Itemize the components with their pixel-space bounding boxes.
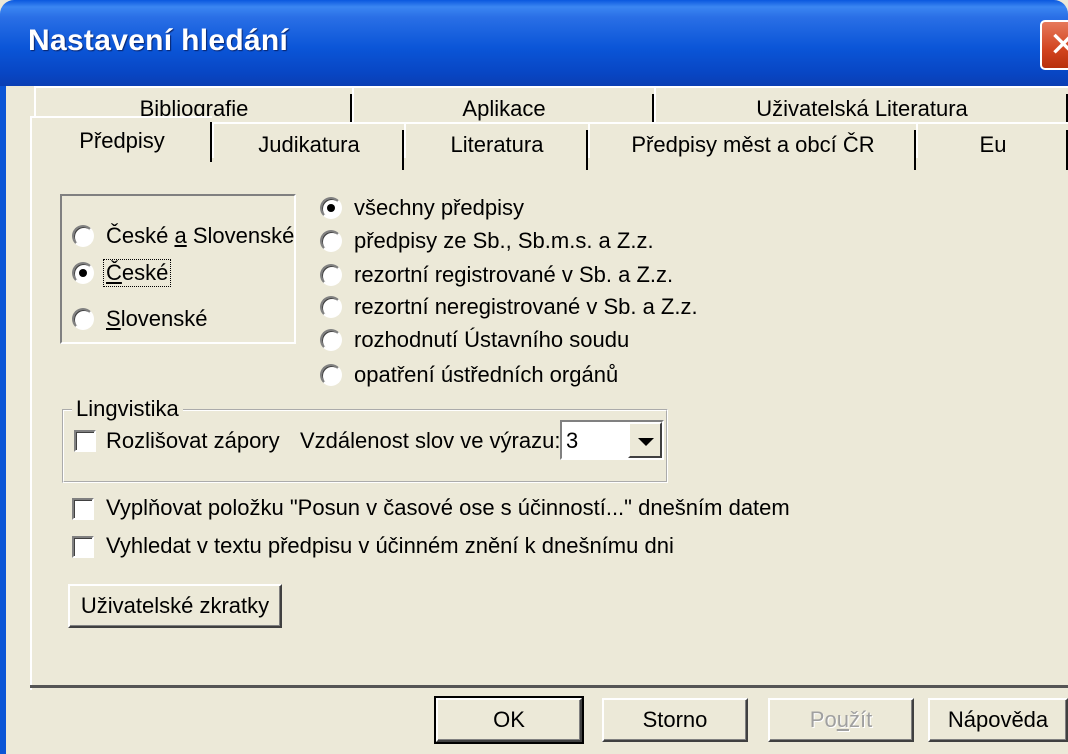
search-current-checkbox[interactable]: Vyhledat v textu předpisu v účinném zněn…: [72, 533, 712, 559]
radio-icon: [72, 308, 94, 330]
window-frame-left: [0, 86, 6, 754]
dropdown-button[interactable]: [628, 422, 662, 458]
distinguish-negations-checkbox[interactable]: Rozlišovat zápory: [74, 428, 284, 454]
close-icon: ✕: [1049, 26, 1068, 64]
tab-eu[interactable]: Eu: [916, 122, 1068, 170]
radio-icon: [72, 225, 94, 247]
scope-option-cz-sk[interactable]: České a Slovenské: [72, 223, 312, 249]
radio-icon: [320, 230, 342, 252]
checkbox-icon: [72, 536, 94, 558]
type-option-constitutional[interactable]: rozhodnutí Ústavního soudu: [320, 327, 660, 353]
checkbox-icon: [74, 430, 96, 452]
window-title: Nastavení hledání: [28, 24, 289, 57]
tab-label: Předpisy: [79, 128, 165, 153]
tab-predpisy[interactable]: Předpisy: [30, 116, 212, 162]
chevron-down-icon: [638, 438, 654, 446]
tab-predpisy-mest-a-obci[interactable]: Předpisy měst a obcí ČR: [588, 122, 916, 170]
tab-label: Aplikace: [462, 96, 546, 121]
distance-value: 3: [566, 428, 579, 453]
linguistics-legend: Lingvistika: [72, 396, 183, 422]
radio-icon: [72, 262, 94, 284]
scope-option-sk[interactable]: Slovenské: [72, 306, 232, 332]
checkbox-icon: [72, 498, 94, 520]
ok-button[interactable]: OK: [434, 696, 584, 744]
radio-icon: [320, 264, 342, 286]
distance-label: Vzdálenost slov ve výrazu:: [300, 428, 561, 453]
close-button[interactable]: ✕: [1040, 20, 1068, 70]
tab-label: Uživatelská Literatura: [756, 96, 968, 121]
tab-literatura[interactable]: Literatura: [404, 122, 588, 170]
type-option-unregistered[interactable]: rezortní neregistrované v Sb. a Z.z.: [320, 294, 720, 320]
apply-button[interactable]: Použít: [768, 698, 914, 742]
scope-option-cz[interactable]: České: [72, 259, 172, 287]
tab-label: Eu: [979, 132, 1007, 157]
fill-date-checkbox[interactable]: Vyplňovat položku "Posun v časové ose s …: [72, 495, 812, 521]
title-bar: Nastavení hledání ✕: [0, 0, 1068, 86]
panel-divider: [30, 685, 1068, 688]
type-option-sb[interactable]: předpisy ze Sb., Sb.m.s. a Z.z.: [320, 228, 700, 254]
tab-label: Předpisy měst a obcí ČR: [631, 132, 875, 157]
cancel-button[interactable]: Storno: [602, 698, 748, 742]
radio-icon: [320, 197, 342, 219]
radio-icon: [320, 296, 342, 318]
radio-icon: [320, 329, 342, 351]
type-option-central[interactable]: opatření ústředních orgánů: [320, 362, 660, 388]
type-option-registered[interactable]: rezortní registrované v Sb. a Z.z.: [320, 262, 700, 288]
tab-label: Judikatura: [258, 132, 360, 157]
distance-select[interactable]: 3: [560, 420, 664, 460]
tab-judikatura[interactable]: Judikatura: [212, 122, 404, 170]
user-shortcuts-button[interactable]: Uživatelské zkratky: [68, 584, 282, 628]
type-option-all[interactable]: všechny předpisy: [320, 195, 580, 221]
help-button[interactable]: Nápověda: [928, 698, 1068, 742]
radio-icon: [320, 364, 342, 386]
tab-label: Literatura: [450, 132, 544, 157]
radio-selected-dot: [79, 269, 87, 277]
